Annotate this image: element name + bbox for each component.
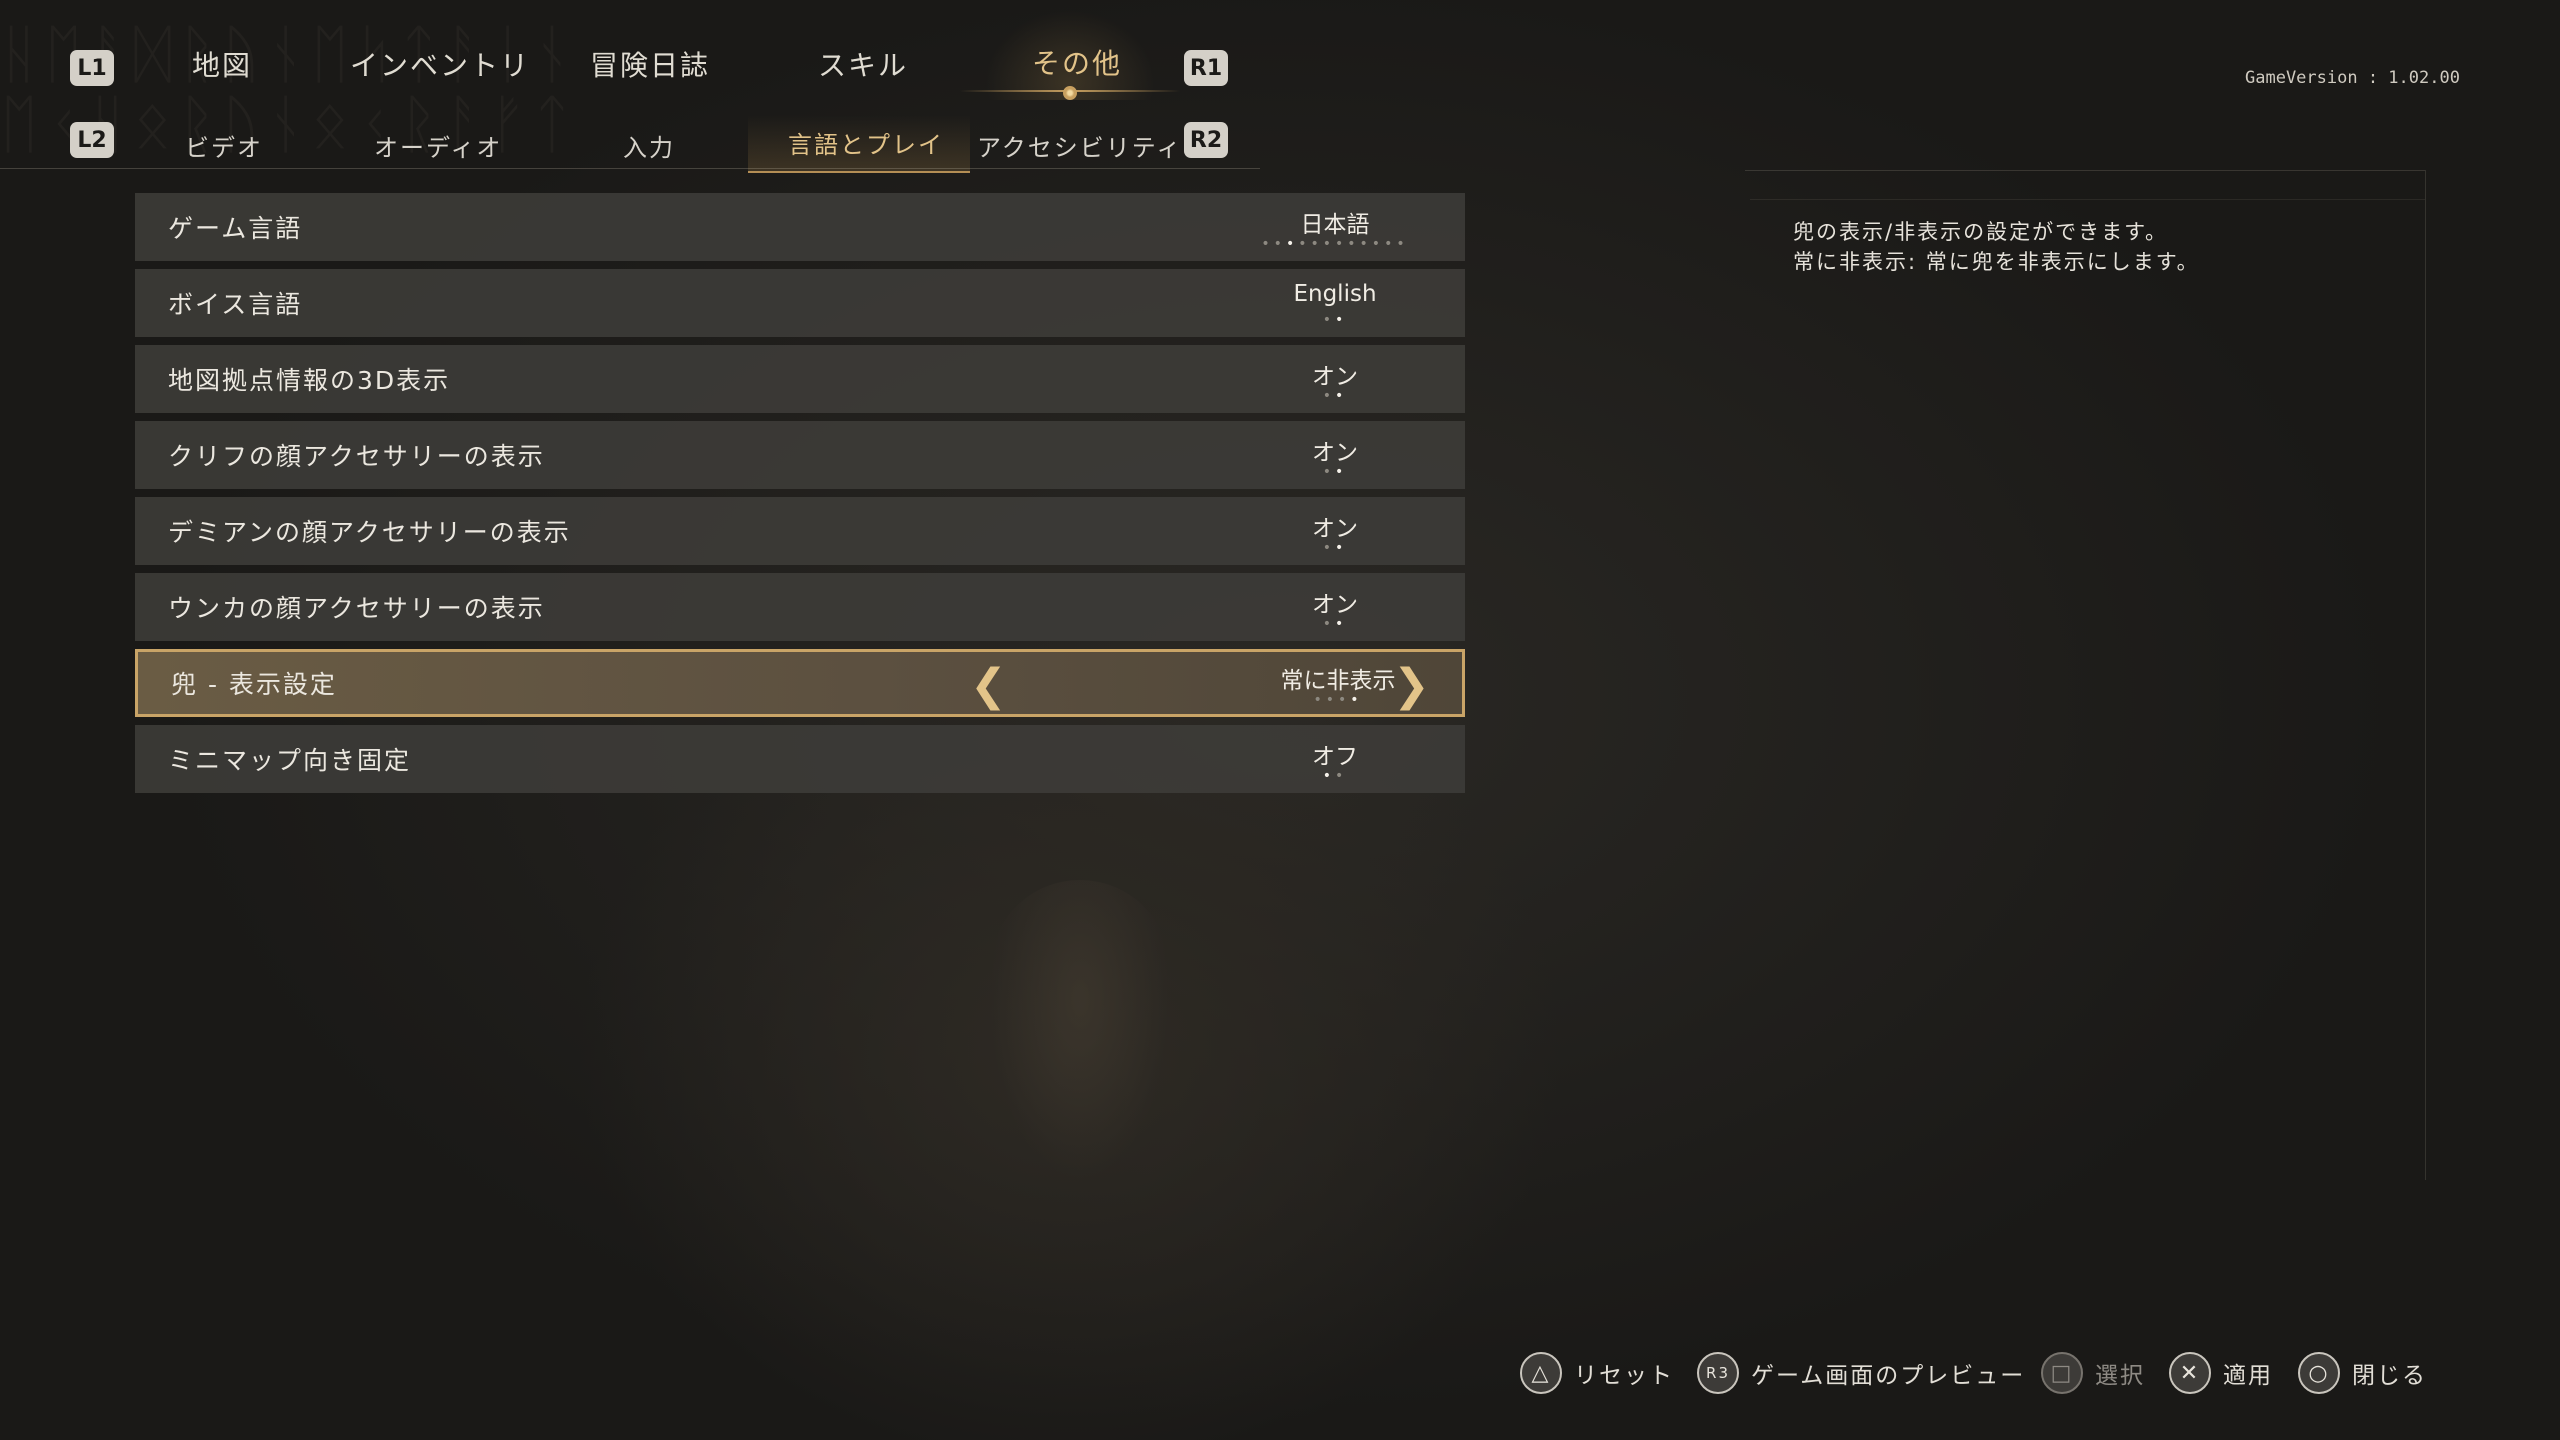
subtab-language-play[interactable]: 言語とプレイ <box>788 125 944 160</box>
tab-inventory[interactable]: インベントリ <box>350 44 530 84</box>
setting-value: オフ <box>1312 744 1358 770</box>
hint-apply[interactable]: ✕ 適用 <box>2169 1352 2273 1394</box>
chevron-right-icon[interactable]: ❯ <box>1393 660 1430 711</box>
setting-label: デミアンの顔アクセサリーの表示 <box>168 518 571 547</box>
setting-value: 日本語 <box>1300 212 1370 238</box>
option-indicator-dots: •• <box>1322 768 1348 784</box>
setting-value: English <box>1293 281 1377 307</box>
hint-label: 適用 <box>2223 1363 2273 1389</box>
subtab-input[interactable]: 入力 <box>623 128 675 163</box>
tab-map[interactable]: 地図 <box>192 44 252 84</box>
hint-label: 選択 <box>2095 1363 2145 1389</box>
option-indicator-dots: •• <box>1322 312 1348 328</box>
l1-button-icon[interactable]: L1 <box>70 50 114 86</box>
setting-value: オン <box>1312 440 1358 466</box>
background-character-silhouette <box>990 880 1170 1180</box>
header-divider <box>0 168 1260 169</box>
setting-row-map-3d[interactable]: 地図拠点情報の3D表示 オン •• <box>135 345 1465 413</box>
hint-reset[interactable]: △ リセット <box>1520 1352 1674 1394</box>
active-tab-indicator-icon <box>1063 86 1077 100</box>
tab-other[interactable]: その他 <box>1032 42 1122 82</box>
description-line-2: 常に非表示: 常に兜を非表示にします。 <box>1793 250 2200 274</box>
option-indicator-dots: •• <box>1322 616 1348 632</box>
circle-icon: ○ <box>2298 1352 2340 1394</box>
option-indicator-dots: •• <box>1322 540 1348 556</box>
setting-row-voice-language[interactable]: ボイス言語 English •• <box>135 269 1465 337</box>
setting-value: オン <box>1312 364 1358 390</box>
setting-value: オン <box>1312 592 1358 618</box>
setting-row-helmet-display[interactable]: 兜 - 表示設定 ❮ 常に非表示 •••• ❯ <box>135 649 1465 717</box>
subtab-video[interactable]: ビデオ <box>185 128 263 163</box>
setting-label: ウンカの顔アクセサリーの表示 <box>168 594 545 623</box>
description-panel-right-border <box>2425 170 2426 1180</box>
settings-list: ゲーム言語 日本語 •••••••••••• ボイス言語 English •• … <box>135 193 1465 801</box>
setting-row-cliff-accessory[interactable]: クリフの顔アクセサリーの表示 オン •• <box>135 421 1465 489</box>
setting-label: クリフの顔アクセサリーの表示 <box>168 442 545 471</box>
setting-label: ゲーム言語 <box>168 214 303 243</box>
subtab-audio[interactable]: オーディオ <box>374 128 502 163</box>
setting-value: 常に非表示 <box>1280 668 1396 694</box>
setting-label: 地図拠点情報の3D表示 <box>168 366 451 395</box>
chevron-left-icon[interactable]: ❮ <box>970 660 1007 711</box>
triangle-icon: △ <box>1520 1352 1562 1394</box>
option-indicator-dots: •••• <box>1313 692 1363 708</box>
r2-button-icon[interactable]: R2 <box>1184 122 1228 158</box>
game-version: GameVersion : 1.02.00 <box>2245 68 2460 88</box>
hint-preview[interactable]: R3 ゲーム画面のプレビュー <box>1697 1352 2025 1394</box>
hint-label: ゲーム画面のプレビュー <box>1751 1363 2026 1389</box>
tab-skills[interactable]: スキル <box>818 44 908 84</box>
option-indicator-dots: •• <box>1322 388 1348 404</box>
setting-label: ボイス言語 <box>168 290 303 319</box>
setting-label: ミニマップ向き固定 <box>168 746 412 775</box>
cross-icon: ✕ <box>2169 1352 2211 1394</box>
option-indicator-dots: •• <box>1322 464 1348 480</box>
setting-row-unka-accessory[interactable]: ウンカの顔アクセサリーの表示 オン •• <box>135 573 1465 641</box>
hint-label: リセット <box>1574 1363 1674 1389</box>
description-panel-top-border <box>1745 170 2425 171</box>
setting-value: オン <box>1312 516 1358 542</box>
hint-close[interactable]: ○ 閉じる <box>2298 1352 2427 1394</box>
option-indicator-dots: •••••••••••• <box>1261 236 1409 252</box>
hint-label: 閉じる <box>2352 1363 2427 1389</box>
description-line-1: 兜の表示/非表示の設定ができます。 <box>1793 220 2168 244</box>
l2-button-icon[interactable]: L2 <box>70 122 114 158</box>
r1-button-icon[interactable]: R1 <box>1184 50 1228 86</box>
r3-icon: R3 <box>1697 1352 1739 1394</box>
setting-row-minimap-orientation[interactable]: ミニマップ向き固定 オフ •• <box>135 725 1465 793</box>
setting-row-game-language[interactable]: ゲーム言語 日本語 •••••••••••• <box>135 193 1465 261</box>
square-icon: □ <box>2041 1352 2083 1394</box>
hint-select: □ 選択 <box>2041 1352 2145 1394</box>
setting-label: 兜 - 表示設定 <box>171 670 337 699</box>
tab-journal[interactable]: 冒険日誌 <box>590 44 710 84</box>
subtab-accessibility[interactable]: アクセシビリティ <box>977 128 1182 163</box>
description-panel-divider <box>1750 199 2425 200</box>
setting-row-damian-accessory[interactable]: デミアンの顔アクセサリーの表示 オン •• <box>135 497 1465 565</box>
